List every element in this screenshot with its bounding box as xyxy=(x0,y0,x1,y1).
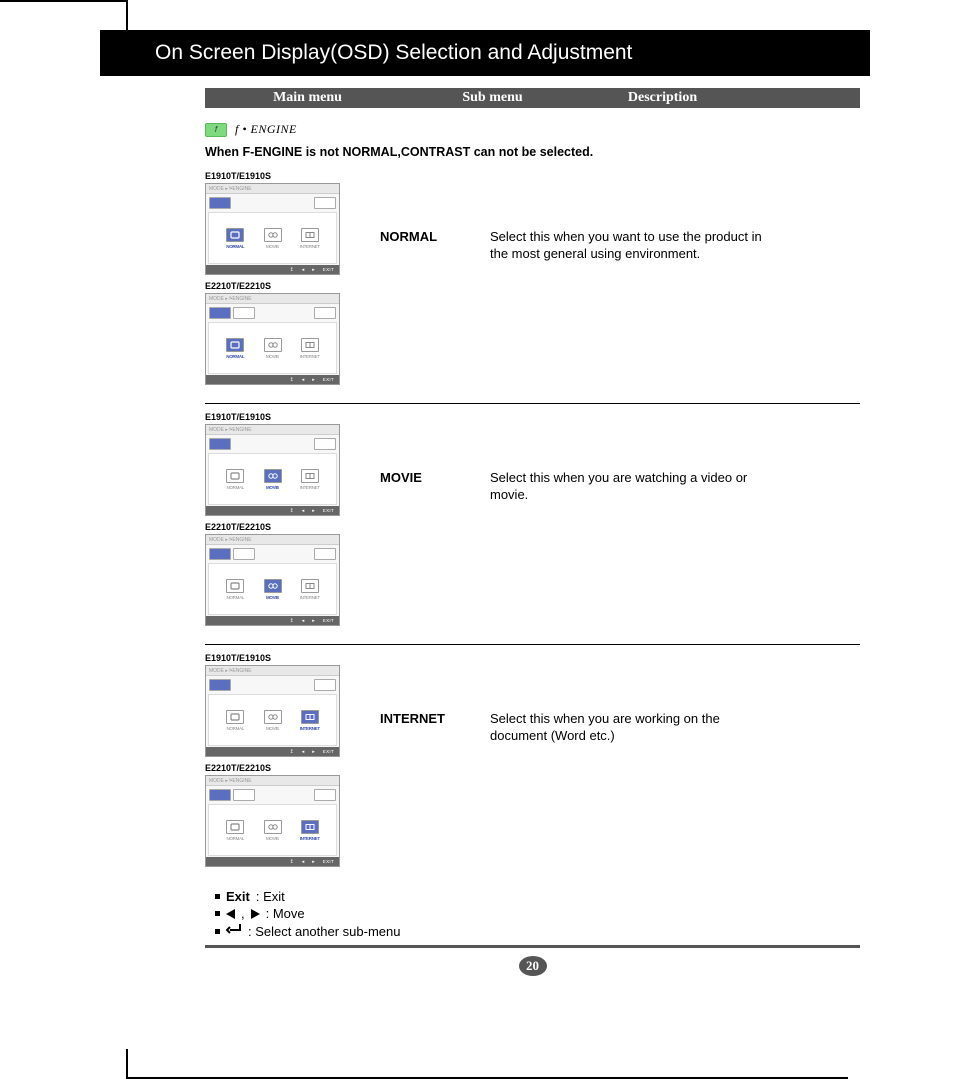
mode-section-movie: E1910T/E1910SMODE ▸ f•ENGINENORMALMOVIEI… xyxy=(205,404,860,645)
osd-option-normal: NORMAL xyxy=(224,710,246,731)
movie-icon xyxy=(264,338,282,352)
mode-description: Select this when you want to use the pro… xyxy=(490,169,780,391)
movie-icon xyxy=(264,710,282,724)
fengine-icon: f xyxy=(205,123,227,137)
content-area: Main menu Sub menu Description f f • ENG… xyxy=(100,88,870,976)
col-main-menu: Main menu xyxy=(205,88,410,108)
normal-icon xyxy=(226,469,244,483)
screenshots-column: E1910T/E1910SMODE ▸ f•ENGINENORMALMOVIEI… xyxy=(205,651,350,873)
internet-icon xyxy=(301,579,319,593)
col-description: Description xyxy=(575,88,750,108)
osd-option-internet: INTERNET xyxy=(299,469,321,490)
legend-submenu: : Select another sub-menu xyxy=(215,923,860,939)
model-label: E1910T/E1910S xyxy=(205,653,350,663)
bottom-divider xyxy=(205,945,860,948)
osd-option-normal: NORMAL xyxy=(224,469,246,490)
osd-option-internet: INTERNET xyxy=(299,338,321,359)
osd-screenshot: MODE ▸ f•ENGINENORMALMOVIEINTERNET↥◂▸EXI… xyxy=(205,424,340,516)
internet-icon xyxy=(301,338,319,352)
normal-icon xyxy=(226,710,244,724)
osd-screenshot: MODE ▸ f•ENGINENORMALMOVIEINTERNET↥◂▸EXI… xyxy=(205,775,340,867)
page: On Screen Display(OSD) Selection and Adj… xyxy=(100,30,870,976)
internet-icon xyxy=(301,820,319,834)
osd-screenshot: MODE ▸ f•ENGINENORMALMOVIEINTERNET↥◂▸EXI… xyxy=(205,665,340,757)
fengine-heading: f f • ENGINE xyxy=(205,122,860,137)
model-label: E1910T/E1910S xyxy=(205,412,350,422)
contrast-note: When F-ENGINE is not NORMAL,CONTRAST can… xyxy=(205,145,860,159)
osd-option-normal: NORMAL xyxy=(224,820,246,841)
osd-option-normal: NORMAL xyxy=(224,579,246,600)
normal-icon xyxy=(226,228,244,242)
col-sub-menu: Sub menu xyxy=(410,88,575,108)
legend: Exit: Exit , : Move : Select another sub… xyxy=(215,889,860,939)
crop-mark xyxy=(126,1049,128,1079)
osd-option-internet: INTERNET xyxy=(299,710,321,731)
fengine-label: f • ENGINE xyxy=(235,122,297,137)
osd-screenshot: MODE ▸ f•ENGINENORMALMOVIEINTERNET↥◂▸EXI… xyxy=(205,183,340,275)
legend-exit: Exit: Exit xyxy=(215,889,860,904)
screenshots-column: E1910T/E1910SMODE ▸ f•ENGINENORMALMOVIEI… xyxy=(205,169,350,391)
movie-icon xyxy=(264,579,282,593)
model-label: E1910T/E1910S xyxy=(205,171,350,181)
osd-option-movie: MOVIE xyxy=(262,338,284,359)
movie-icon xyxy=(264,228,282,242)
mode-description: Select this when you are watching a vide… xyxy=(490,410,780,632)
osd-screenshot: MODE ▸ f•ENGINENORMALMOVIEINTERNET↥◂▸EXI… xyxy=(205,534,340,626)
submenu-name: INTERNET xyxy=(380,651,460,873)
legend-move: , : Move xyxy=(215,906,860,921)
model-label: E2210T/E2210S xyxy=(205,281,350,291)
osd-option-internet: INTERNET xyxy=(299,579,321,600)
page-title: On Screen Display(OSD) Selection and Adj… xyxy=(100,30,870,76)
bullet-icon xyxy=(215,894,220,899)
mode-section-normal: E1910T/E1910SMODE ▸ f•ENGINENORMALMOVIEI… xyxy=(205,163,860,404)
right-arrow-icon xyxy=(251,909,260,919)
bullet-icon xyxy=(215,929,220,934)
bullet-icon xyxy=(215,911,220,916)
table-header-row: Main menu Sub menu Description xyxy=(205,88,860,108)
normal-icon xyxy=(226,338,244,352)
normal-icon xyxy=(226,579,244,593)
return-arrow-icon xyxy=(226,923,242,939)
osd-option-internet: INTERNET xyxy=(299,228,321,249)
normal-icon xyxy=(226,820,244,834)
osd-option-normal: NORMAL xyxy=(224,228,246,249)
submenu-name: MOVIE xyxy=(380,410,460,632)
osd-option-movie: MOVIE xyxy=(262,469,284,490)
mode-description: Select this when you are working on the … xyxy=(490,651,780,873)
model-label: E2210T/E2210S xyxy=(205,763,350,773)
screenshots-column: E1910T/E1910SMODE ▸ f•ENGINENORMALMOVIEI… xyxy=(205,410,350,632)
osd-option-movie: MOVIE xyxy=(262,820,284,841)
model-label: E2210T/E2210S xyxy=(205,522,350,532)
crop-mark xyxy=(0,0,128,2)
mode-section-internet: E1910T/E1910SMODE ▸ f•ENGINENORMALMOVIEI… xyxy=(205,645,860,885)
movie-icon xyxy=(264,469,282,483)
movie-icon xyxy=(264,820,282,834)
page-number: 20 xyxy=(519,956,547,976)
left-arrow-icon xyxy=(226,909,235,919)
internet-icon xyxy=(301,710,319,724)
osd-screenshot: MODE ▸ f•ENGINENORMALMOVIEINTERNET↥◂▸EXI… xyxy=(205,293,340,385)
osd-option-movie: MOVIE xyxy=(262,579,284,600)
osd-option-movie: MOVIE xyxy=(262,710,284,731)
osd-option-internet: INTERNET xyxy=(299,820,321,841)
osd-option-normal: NORMAL xyxy=(224,338,246,359)
crop-mark xyxy=(126,0,128,30)
osd-option-movie: MOVIE xyxy=(262,228,284,249)
internet-icon xyxy=(301,469,319,483)
internet-icon xyxy=(301,228,319,242)
submenu-name: NORMAL xyxy=(380,169,460,391)
